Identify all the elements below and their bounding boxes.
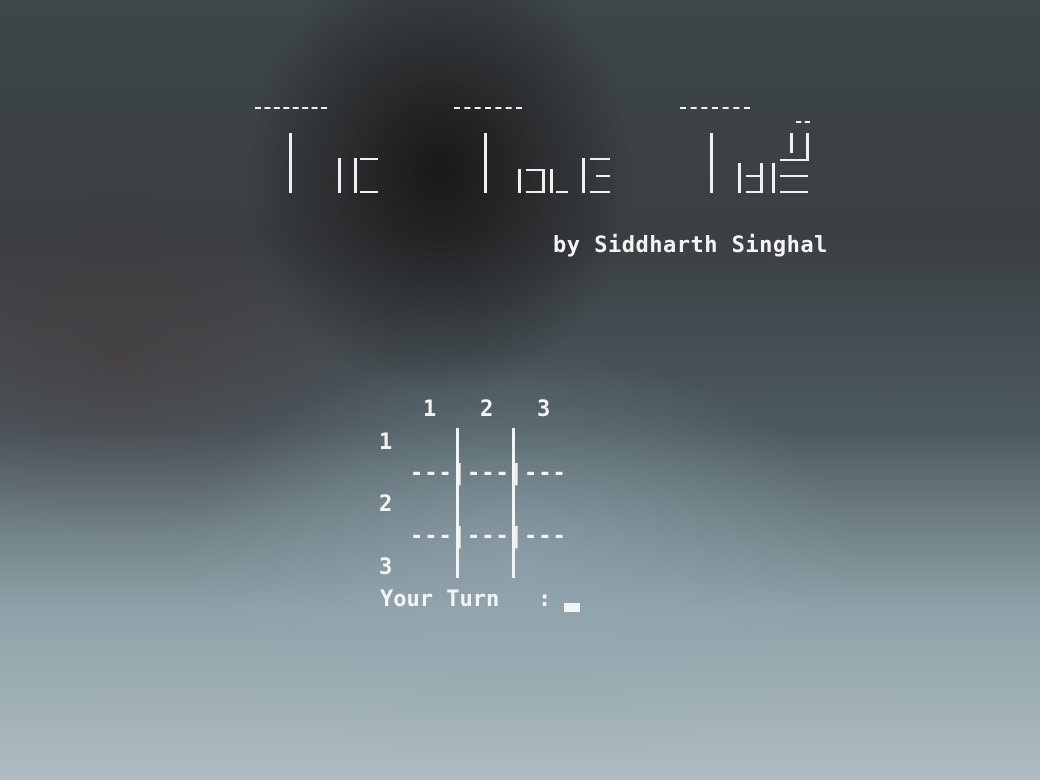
cell-2-1[interactable] [420,494,450,520]
prompt-separator: : [538,587,552,612]
terminal-screen: by Siddharth Singhal 1 2 3 1 2 3 ---|---… [0,0,1040,780]
game-title-art [250,103,830,203]
cell-3-3[interactable] [528,554,558,580]
row-label-2: 2 [379,492,393,517]
grid-line-vertical-2 [512,428,515,578]
cell-3-1[interactable] [420,554,450,580]
text-cursor [564,603,580,612]
row-label-3: 3 [379,555,393,580]
column-label-3: 3 [537,397,551,422]
cell-2-2[interactable] [472,494,502,520]
author-credit: by Siddharth Singhal [553,233,828,258]
turn-prompt-label: Your Turn [380,587,500,612]
row-label-1: 1 [379,430,393,455]
column-label-2: 2 [480,397,494,422]
grid-separator-row-1: ---|---|--- [410,461,567,486]
cell-3-2[interactable] [472,554,502,580]
cell-1-1[interactable] [420,432,450,458]
grid-separator-row-2: ---|---|--- [410,524,567,549]
cell-1-3[interactable] [528,432,558,458]
column-label-1: 1 [423,397,437,422]
grid-line-vertical-1 [456,428,459,578]
cell-2-3[interactable] [528,494,558,520]
cell-1-2[interactable] [472,432,502,458]
